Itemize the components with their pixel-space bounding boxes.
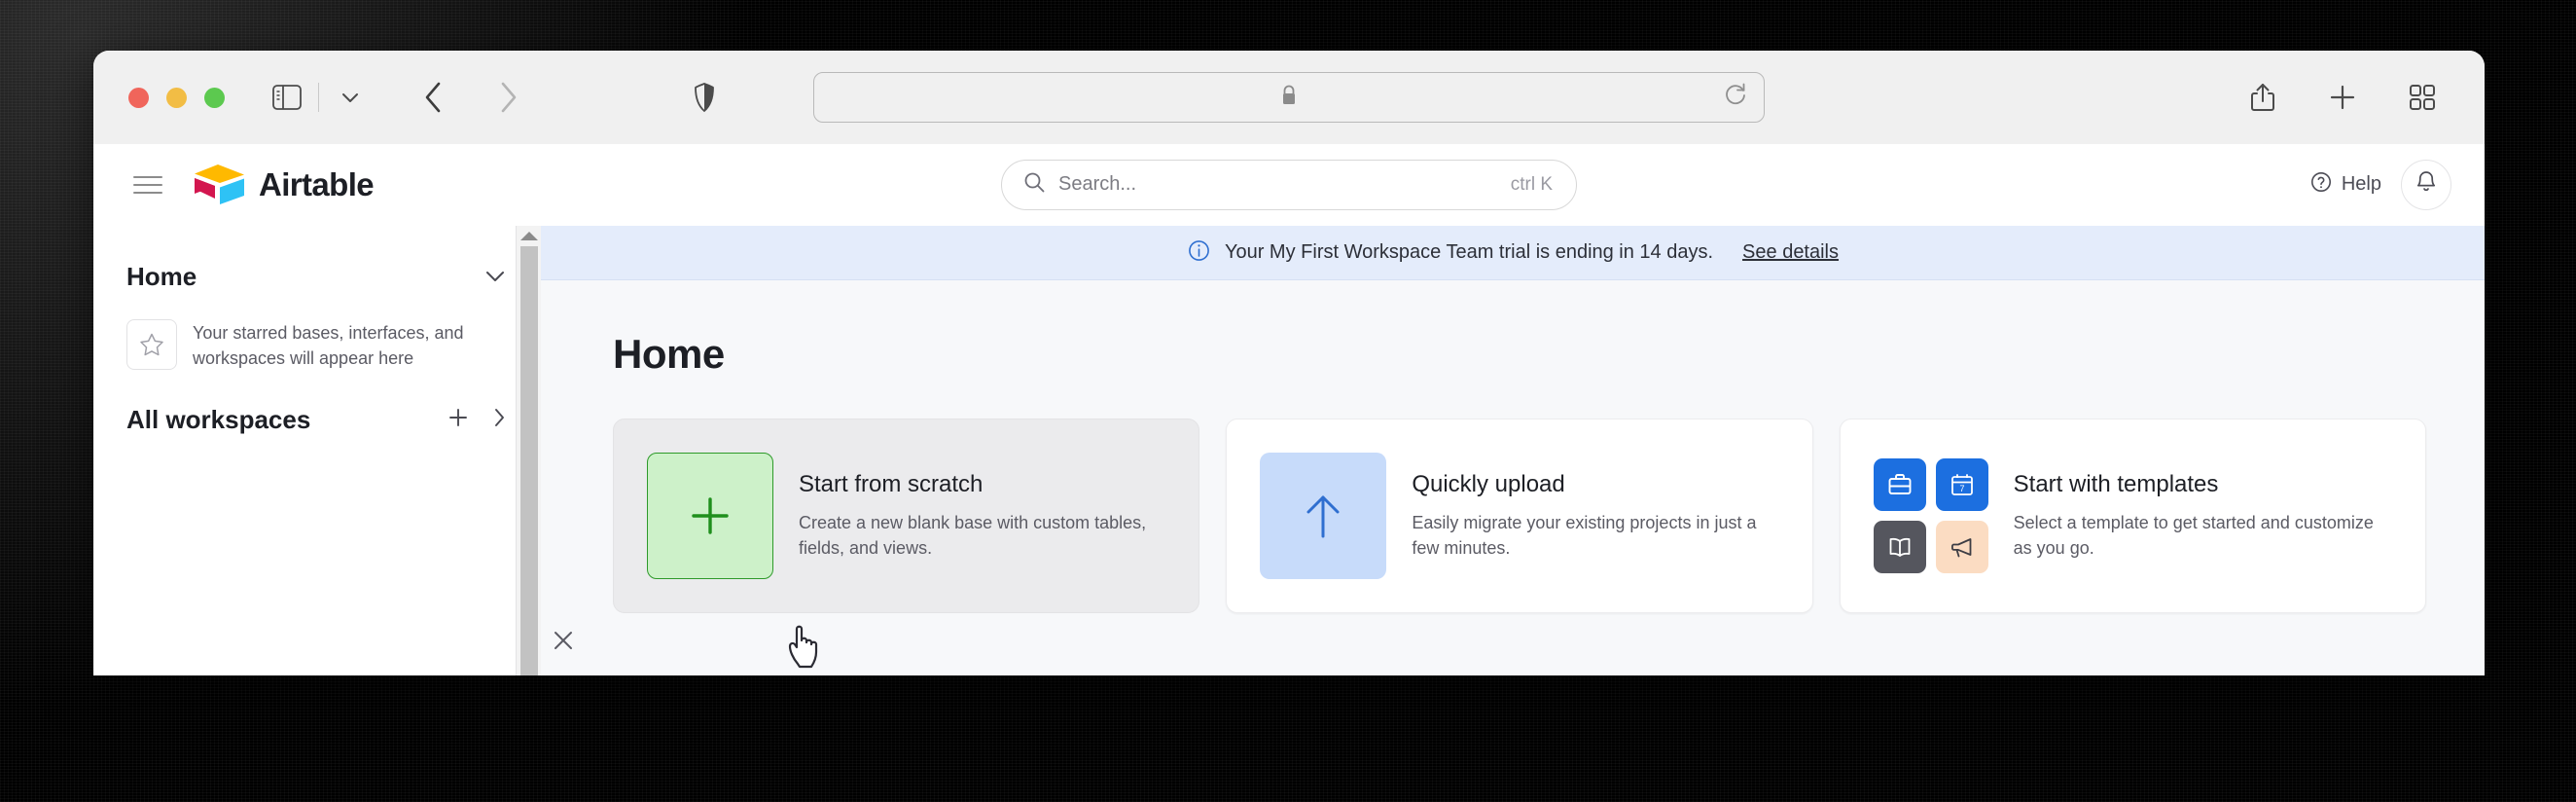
quick-start-cards: Start from scratch Create a new blank ba… — [613, 419, 2426, 613]
chevron-right-icon[interactable] — [491, 406, 507, 434]
all-workspaces-label: All workspaces — [126, 404, 311, 434]
desktop-backdrop: Airtable Search... ctrl K Help Home Your… — [0, 0, 2576, 802]
card-icon-wrapper — [1260, 453, 1387, 579]
sidebar-item-home[interactable]: Home — [93, 247, 540, 306]
star-icon — [126, 319, 177, 370]
minimize-window-button[interactable] — [166, 87, 187, 108]
sidebar-toggle-icon[interactable] — [262, 72, 312, 123]
tab-overview-icon[interactable] — [2397, 72, 2448, 123]
trial-banner: Your My First Workspace Team trial is en… — [541, 226, 2485, 280]
card-quickly-upload[interactable]: Quickly upload Easily migrate your exist… — [1226, 419, 1813, 613]
question-circle-icon — [2309, 170, 2333, 200]
svg-text:7: 7 — [1959, 484, 1964, 493]
plus-icon[interactable] — [447, 406, 470, 434]
card-description: Easily migrate your existing projects in… — [1412, 512, 1757, 558]
brand-name: Airtable — [259, 165, 375, 202]
lock-icon — [1280, 85, 1298, 111]
search-input[interactable]: Search... ctrl K — [1001, 159, 1577, 210]
card-text-wrapper: Start from scratch Create a new blank ba… — [799, 471, 1165, 561]
airtable-app: Airtable Search... ctrl K Help Home Your… — [93, 144, 2485, 675]
chevron-down-icon[interactable] — [483, 269, 507, 284]
trial-message: Your My First Workspace Team trial is en… — [1224, 241, 1714, 263]
search-icon — [1023, 171, 1045, 198]
main-content: Your My First Workspace Team trial is en… — [541, 226, 2485, 675]
search-shortcut: ctrl K — [1510, 173, 1553, 195]
calendar-icon: 7 — [1935, 458, 1988, 511]
help-label: Help — [2341, 173, 2381, 195]
toolbar-divider — [318, 83, 319, 112]
airtable-logo-icon — [195, 164, 244, 204]
card-start-with-templates[interactable]: 7 Start with templates Select a template… — [1839, 419, 2426, 613]
card-description: Create a new blank base with custom tabl… — [799, 512, 1147, 558]
card-title: Start with templates — [2013, 470, 2219, 497]
back-button[interactable] — [409, 72, 459, 123]
app-header: Airtable Search... ctrl K Help — [93, 144, 2485, 226]
card-title: Quickly upload — [1412, 470, 1565, 497]
card-text-wrapper: Start with templates Select a template t… — [2014, 471, 2392, 561]
starred-empty-state: Your starred bases, interfaces, and work… — [93, 306, 540, 371]
card-text-wrapper: Quickly upload Easily migrate your exist… — [1412, 471, 1778, 561]
card-icon-wrapper — [647, 453, 773, 579]
see-details-link[interactable]: See details — [1742, 241, 1839, 264]
address-bar[interactable] — [813, 72, 1765, 123]
airtable-logo[interactable]: Airtable — [191, 162, 375, 208]
card-icon-wrapper: 7 — [1873, 458, 1988, 573]
scrollbar-thumb[interactable] — [519, 246, 538, 675]
help-button[interactable]: Help — [2300, 163, 2391, 207]
search-placeholder: Search... — [1058, 173, 1137, 195]
briefcase-icon — [1873, 458, 1926, 511]
home-panel: Home Start from scratch Create a new bla… — [541, 280, 2485, 613]
chevron-down-icon[interactable] — [325, 72, 376, 123]
hamburger-icon[interactable] — [119, 175, 177, 194]
maximize-window-button[interactable] — [204, 87, 225, 108]
new-tab-button[interactable] — [2317, 72, 2368, 123]
global-search-wrapper[interactable]: Search... ctrl K — [1001, 159, 1577, 210]
card-description: Select a template to get started and cus… — [2013, 512, 2374, 558]
reload-icon[interactable] — [1723, 83, 1748, 113]
sidebar-scrollbar[interactable] — [516, 226, 541, 675]
address-bar-wrapper[interactable] — [813, 72, 1765, 123]
share-icon[interactable] — [2237, 72, 2288, 123]
card-title: Start from scratch — [799, 470, 984, 497]
bell-icon — [2415, 169, 2438, 200]
app-body: Home Your starred bases, interfaces, and… — [93, 226, 2485, 675]
header-right-actions: Help — [2300, 159, 2451, 210]
window-traffic-lights[interactable] — [128, 87, 225, 108]
page-title: Home — [613, 331, 725, 377]
template-grid-icon: 7 — [1873, 458, 1988, 573]
sidebar-home-label: Home — [126, 261, 197, 291]
notifications-button[interactable] — [2401, 159, 2451, 210]
book-icon — [1873, 521, 1926, 573]
browser-toolbar — [93, 51, 2485, 144]
info-circle-icon — [1187, 238, 1211, 268]
browser-window: Airtable Search... ctrl K Help Home Your… — [93, 51, 2485, 675]
close-icon[interactable] — [551, 628, 576, 658]
forward-button[interactable] — [483, 72, 533, 123]
starred-empty-text: Your starred bases, interfaces, and work… — [193, 323, 464, 368]
sidebar: Home Your starred bases, interfaces, and… — [93, 226, 572, 675]
megaphone-icon — [1935, 521, 1988, 573]
caret-up-icon[interactable] — [519, 232, 538, 240]
card-start-from-scratch[interactable]: Start from scratch Create a new blank ba… — [613, 419, 1200, 613]
close-window-button[interactable] — [128, 87, 149, 108]
sidebar-item-all-workspaces[interactable]: All workspaces — [93, 390, 540, 449]
plus-icon — [647, 453, 773, 579]
shield-icon[interactable] — [679, 72, 730, 123]
arrow-up-icon — [1260, 453, 1387, 579]
